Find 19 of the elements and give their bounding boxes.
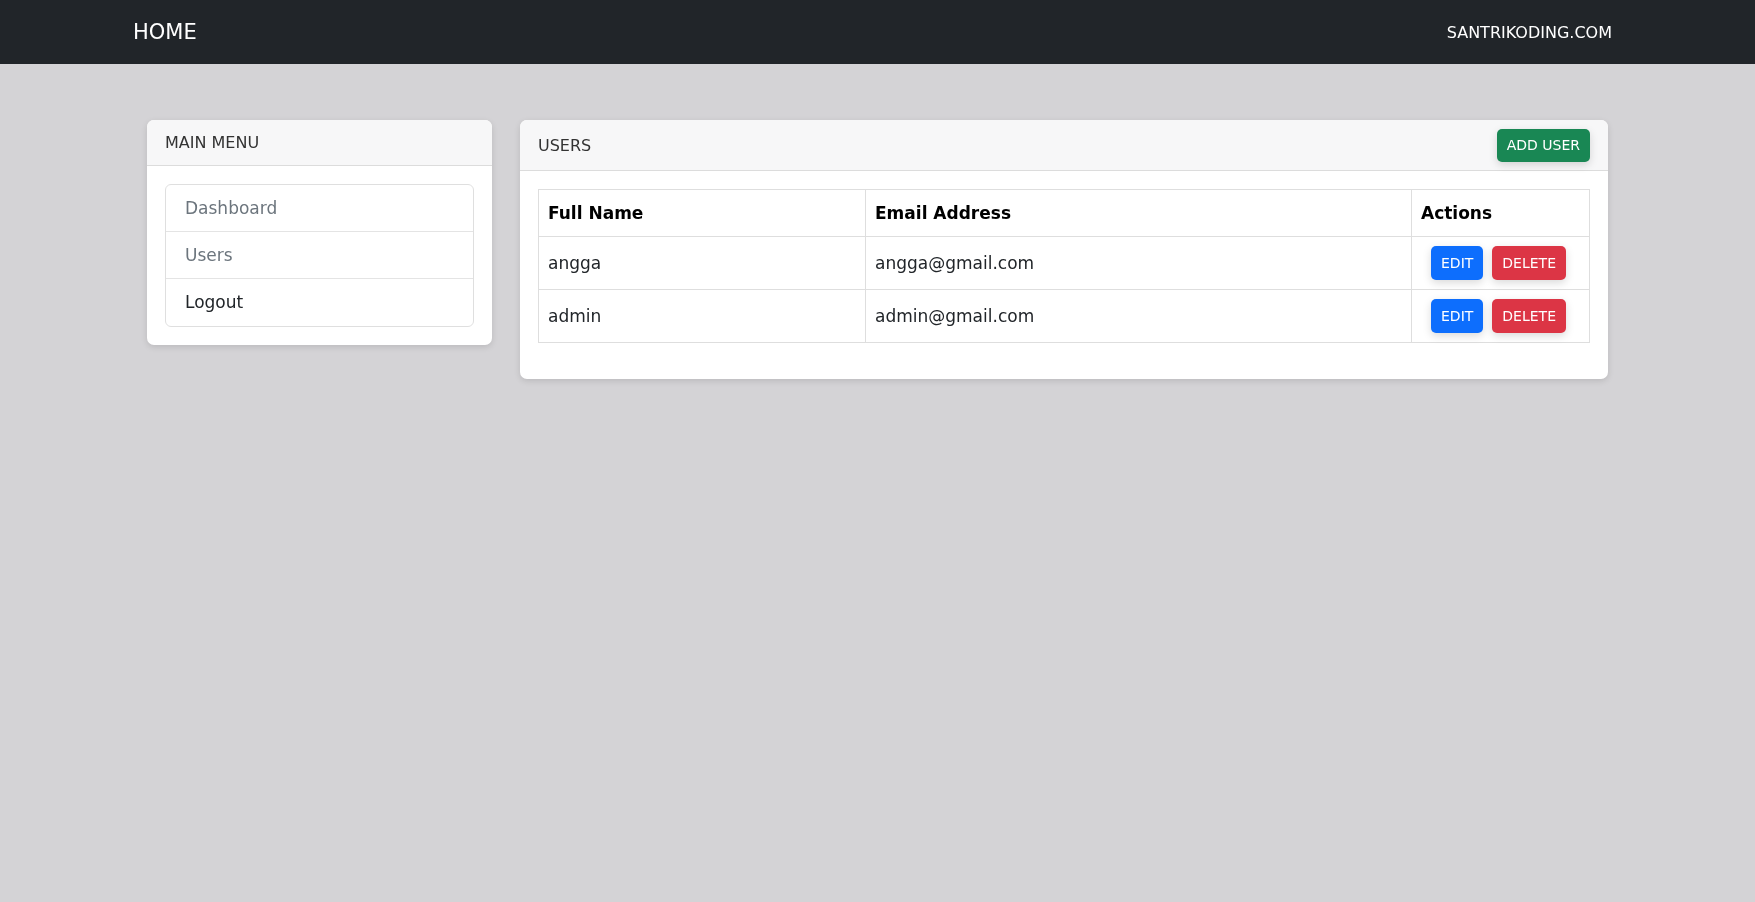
- delete-button[interactable]: DELETE: [1492, 246, 1566, 280]
- edit-button[interactable]: EDIT: [1431, 299, 1484, 333]
- edit-button[interactable]: EDIT: [1431, 246, 1484, 280]
- menu-item[interactable]: Users: [166, 232, 473, 279]
- menu-item[interactable]: Logout: [166, 279, 473, 326]
- card-title: MAIN MENU: [165, 133, 260, 152]
- site-link[interactable]: SANTRIKODING.COM: [1446, 22, 1612, 42]
- card-title: USERS: [538, 135, 592, 155]
- table-cell: angga: [538, 236, 866, 290]
- column-header: Actions: [1411, 189, 1590, 237]
- add-user-button[interactable]: ADD USER: [1496, 128, 1590, 162]
- table-cell: angga@gmail.com: [865, 236, 1412, 290]
- table-cell: admin@gmail.com: [865, 289, 1412, 343]
- home-link[interactable]: HOME: [133, 20, 197, 44]
- column-header: Email Address: [865, 189, 1412, 237]
- menu-item[interactable]: Dashboard: [166, 185, 473, 232]
- table-cell: admin: [538, 289, 866, 343]
- column-header: Full Name: [538, 189, 866, 237]
- delete-button[interactable]: DELETE: [1492, 299, 1566, 333]
